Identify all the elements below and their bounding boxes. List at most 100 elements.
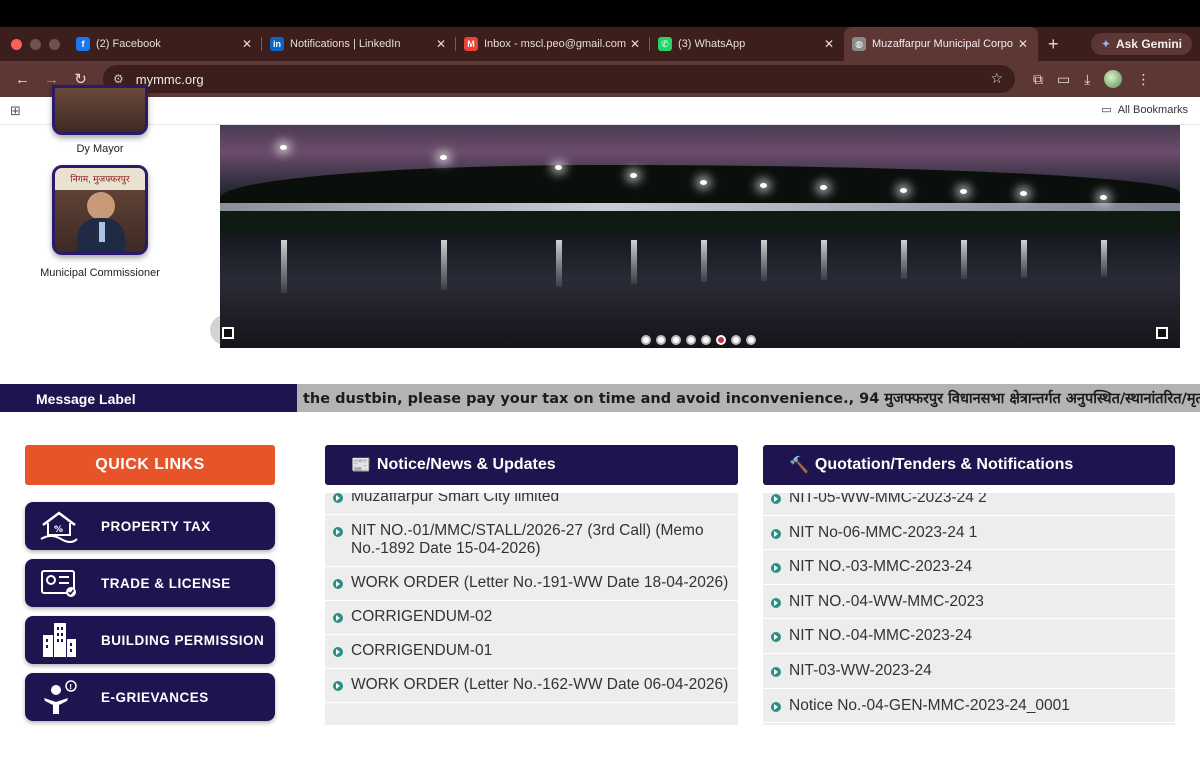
list-item-text[interactable]: WORK ORDER (Letter No.-191-WW Date 18-04… [351, 574, 728, 592]
ask-gemini-button[interactable]: ✦ Ask Gemini [1090, 33, 1192, 55]
all-bookmarks-button[interactable]: ▭ All Bookmarks [1101, 103, 1188, 117]
light-reflection [821, 240, 827, 280]
download-icon[interactable]: ⤓ [1084, 71, 1090, 88]
web-page: Dy Mayor निगम, मुजफ्फरपुर Municipal Comm… [0, 85, 1200, 780]
quick-link-trade-license[interactable]: TRADE & LICENSE [25, 559, 275, 607]
tab-title: (2) Facebook [96, 38, 161, 50]
folder-icon: ▭ [1101, 104, 1112, 116]
list-item-text[interactable]: WORK ORDER (Letter No.-162-WW Date 06-04… [351, 676, 728, 694]
list-item[interactable]: NIT-03-WW-2023-24 [763, 654, 1175, 689]
arrow-bullet-icon [771, 666, 781, 677]
browser-tab[interactable]: ✆ (3) WhatsApp ✕ [650, 27, 844, 61]
list-item[interactable]: NIT-05-WW-MMC-2023-24 2 [763, 493, 1175, 516]
quick-links-title: QUICK LINKS [25, 445, 275, 485]
quick-link-label: BUILDING PERMISSION [101, 632, 265, 648]
light-reflection [961, 240, 967, 279]
street-light [440, 155, 447, 160]
list-item-text[interactable]: NIT-03-WW-2023-24 [789, 662, 932, 680]
close-tab-icon[interactable]: ✕ [628, 37, 642, 51]
list-item-text[interactable]: NIT-05-WW-MMC-2023-24 2 [789, 493, 987, 507]
address-bar[interactable]: ⚙ mymmc.org ☆ [103, 65, 1015, 93]
list-item[interactable]: NIT NO.-04-MMC-2023-24 [763, 619, 1175, 654]
minimize-window-button[interactable] [30, 38, 41, 50]
site-info-icon[interactable]: ⚙ [113, 72, 124, 86]
slider-dot[interactable] [716, 335, 726, 345]
list-item[interactable]: WORK ORDER (Letter No.-162-WW Date 06-04… [325, 669, 738, 703]
list-item-text[interactable]: CORRIGENDUM-01 [351, 642, 492, 660]
quick-link-building-permission[interactable]: BUILDING PERMISSION [25, 616, 275, 664]
slider-dot[interactable] [746, 335, 756, 345]
list-item[interactable]: NIT NO.-01/MMC/STALL/2026-27 (3rd Call) … [325, 515, 738, 567]
tenders-panel-header: 🔨 Quotation/Tenders & Notifications [763, 445, 1175, 485]
list-item[interactable]: CORRIGENDUM-02 [325, 601, 738, 635]
list-item[interactable]: NIT NO.-03-MMC-2023-24 [763, 550, 1175, 585]
arrow-bullet-icon [333, 579, 343, 589]
cast-icon[interactable]: ▭ [1057, 71, 1070, 88]
hammer-icon: 🔨 [789, 457, 809, 474]
list-item-text[interactable]: NIT NO.-03-MMC-2023-24 [789, 558, 972, 576]
bookmark-star-icon[interactable]: ☆ [990, 70, 1003, 87]
extensions-icon[interactable]: ⧉ [1033, 71, 1043, 88]
newspaper-icon: 📰 [351, 457, 371, 474]
list-item-text[interactable]: Notice No.-04-GEN-MMC-2023-24_0001 [789, 697, 1070, 715]
close-tab-icon[interactable]: ✕ [240, 37, 254, 51]
close-window-button[interactable] [11, 38, 22, 50]
maximize-window-button[interactable] [49, 38, 60, 50]
list-item-text[interactable]: Muzaffarpur Smart City limited [351, 493, 559, 506]
street-light [630, 173, 637, 178]
arrow-bullet-icon [333, 647, 343, 657]
dy-mayor-photo [52, 85, 148, 135]
list-item-text[interactable]: NIT NO.-01/MMC/STALL/2026-27 (3rd Call) … [351, 522, 730, 558]
browser-tab[interactable]: M Inbox - mscl.peo@gmail.com ✕ [456, 27, 650, 61]
quick-link-e-grievances[interactable]: ! E-GRIEVANCES [25, 673, 275, 721]
slider-dot[interactable] [656, 335, 666, 345]
light-reflection [1021, 240, 1027, 278]
slider-dot[interactable] [671, 335, 681, 345]
tab-title: Muzaffarpur Municipal Corpo [872, 38, 1014, 50]
arrow-bullet-icon [333, 493, 343, 503]
light-reflection [281, 240, 287, 294]
tenders-panel-title: Quotation/Tenders & Notifications [814, 456, 1074, 473]
close-tab-icon[interactable]: ✕ [434, 37, 448, 51]
apps-grid-icon[interactable]: ⊞ [10, 103, 21, 119]
official-label: Municipal Commissioner [40, 267, 160, 279]
message-text[interactable]: the dustbin, please pay your tax on time… [303, 388, 1200, 408]
slider-prev-icon[interactable] [222, 327, 234, 339]
quick-link-label: E-GRIEVANCES [101, 689, 209, 705]
list-item-text[interactable]: CORRIGENDUM-02 [351, 608, 492, 626]
list-item-text[interactable]: NIT NO.-04-WW-MMC-2023 [789, 593, 984, 611]
slider-dot[interactable] [686, 335, 696, 345]
toolbar-actions: ⧉ ▭ ⤓ ⋮ [1033, 70, 1150, 88]
browser-tab[interactable]: f (2) Facebook ✕ [68, 27, 262, 61]
street-light [280, 145, 287, 150]
license-icon [37, 565, 81, 601]
light-reflection [761, 240, 767, 281]
new-tab-button[interactable]: + [1048, 34, 1059, 55]
list-item[interactable]: CORRIGENDUM-01 [325, 635, 738, 669]
slider-dot[interactable] [641, 335, 651, 345]
list-item[interactable]: Muzaffarpur Smart City limited [325, 493, 738, 515]
slider-dot[interactable] [701, 335, 711, 345]
list-item[interactable]: NIT NO.-04-WW-MMC-2023 [763, 585, 1175, 620]
close-tab-icon[interactable]: ✕ [822, 37, 836, 51]
menu-kebab-icon[interactable]: ⋮ [1136, 71, 1150, 88]
list-item[interactable]: WORK ORDER (Letter No.-191-WW Date 18-04… [325, 567, 738, 601]
official-label: Dy Mayor [76, 143, 124, 155]
slider-dot[interactable] [731, 335, 741, 345]
quick-link-property-tax[interactable]: % PROPERTY TAX [25, 502, 275, 550]
browser-tab[interactable]: ◍ Muzaffarpur Municipal Corpo ✕ [844, 27, 1038, 61]
list-item[interactable]: NIT No-06-MMC-2023-24 1 [763, 516, 1175, 551]
slider-next-icon[interactable] [1156, 327, 1168, 339]
list-item-text[interactable]: NIT No-06-MMC-2023-24 1 [789, 524, 977, 542]
list-item-text[interactable]: NIT NO.-04-MMC-2023-24 [789, 627, 972, 645]
building-icon [37, 622, 81, 658]
list-item[interactable]: Notice No.-04-GEN-MMC-2023-24_0001 [763, 689, 1175, 724]
close-tab-icon[interactable]: ✕ [1016, 37, 1030, 51]
light-reflection [901, 240, 907, 279]
profile-avatar[interactable] [1104, 70, 1123, 88]
notice-panel-header: 📰 Notice/News & Updates [325, 445, 738, 485]
svg-text:%: % [54, 525, 64, 535]
light-reflection [556, 240, 562, 287]
browser-tab[interactable]: in Notifications | LinkedIn ✕ [262, 27, 456, 61]
arrow-bullet-icon [771, 494, 781, 504]
